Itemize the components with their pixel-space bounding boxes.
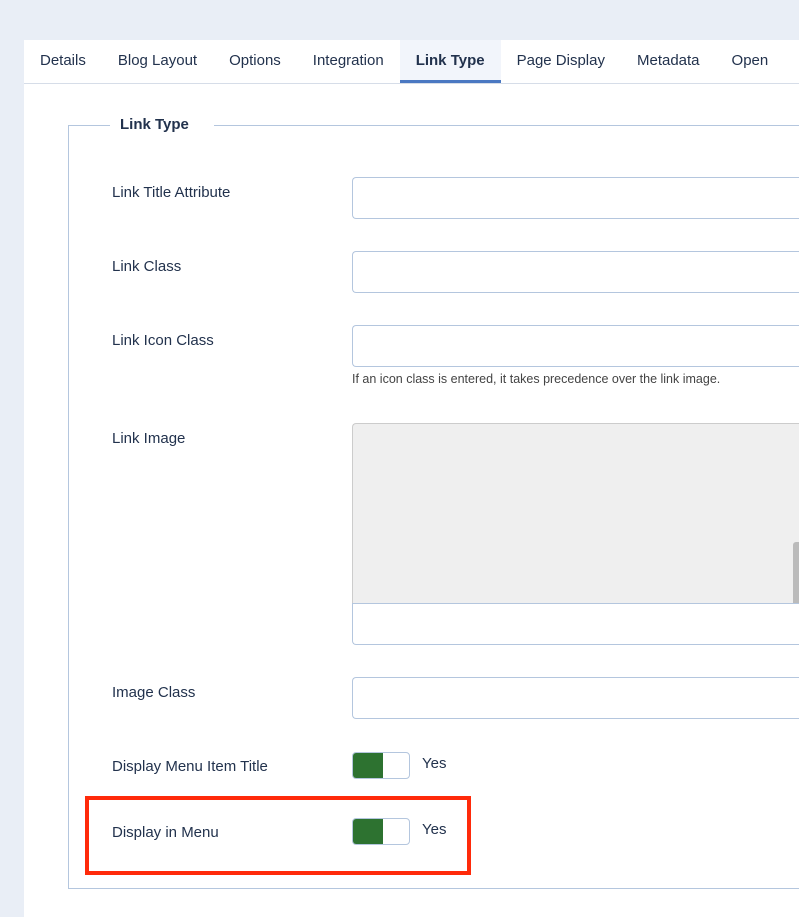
link-icon-class-input[interactable] — [352, 325, 799, 367]
highlight-box — [85, 796, 471, 875]
link-icon-class-help: If an icon class is entered, it takes pr… — [352, 372, 721, 386]
link-title-input[interactable] — [352, 177, 799, 219]
link-icon-class-label: Link Icon Class — [112, 332, 214, 349]
toggle-on-fill — [353, 753, 383, 778]
image-class-input[interactable] — [352, 677, 799, 719]
link-title-label: Link Title Attribute — [112, 184, 231, 201]
image-class-label: Image Class — [112, 684, 196, 701]
tab-page-display[interactable]: Page Display — [501, 40, 621, 83]
tab-options[interactable]: Options — [213, 40, 297, 83]
fieldset-legend: Link Type — [120, 116, 205, 133]
link-class-input[interactable] — [352, 251, 799, 293]
link-class-label: Link Class — [112, 258, 182, 275]
link-image-input[interactable] — [352, 603, 799, 645]
tab-bar: Details Blog Layout Options Integration … — [24, 40, 799, 84]
tab-integration[interactable]: Integration — [297, 40, 400, 83]
display-title-toggle[interactable] — [352, 752, 410, 779]
display-title-state: Yes — [422, 755, 447, 772]
tab-metadata[interactable]: Metadata — [621, 40, 716, 83]
tab-blog-layout[interactable]: Blog Layout — [102, 40, 213, 83]
tab-open[interactable]: Open — [716, 40, 769, 83]
display-title-label: Display Menu Item Title — [112, 758, 268, 775]
link-image-label: Link Image — [112, 430, 186, 447]
tab-details[interactable]: Details — [24, 40, 102, 83]
link-image-preview[interactable] — [352, 423, 799, 620]
tab-link-type[interactable]: Link Type — [399, 40, 501, 83]
